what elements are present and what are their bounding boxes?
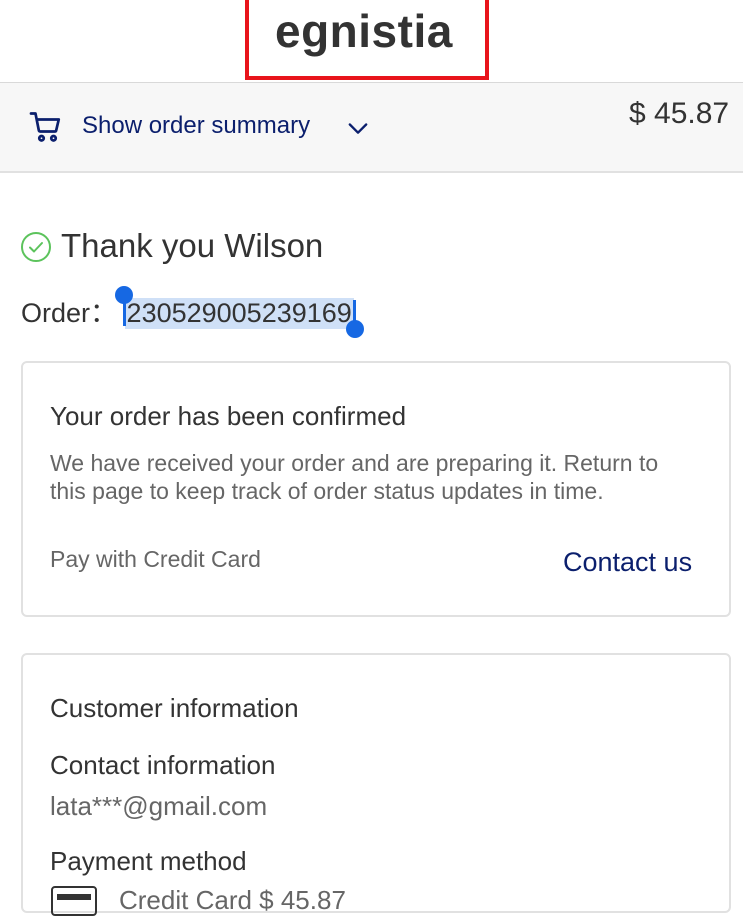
order-summary-toggle[interactable]: Show order summary $ 45.87 [0,83,743,173]
site-header: egnistia [0,0,743,83]
confirmed-title: Your order has been confirmed [50,401,407,431]
order-total: $ 45.87 [629,97,730,130]
show-order-summary-label[interactable]: Show order summary [82,112,310,140]
payment-method-heading: Payment method [50,846,247,876]
confirmed-description: We have received your order and are prep… [50,450,659,504]
chevron-down-icon[interactable] [344,114,372,142]
order-confirmed-card: Your order has been confirmed We have re… [21,361,731,617]
shopping-cart-icon [29,112,61,142]
selection-start-handle[interactable] [114,286,133,304]
payment-method-value: Credit Card $ 45.87 [119,885,346,915]
order-number-row: Order： 230529005239169 [21,286,364,338]
check-circle-icon [21,232,51,262]
credit-card-icon [51,886,97,916]
customer-info-title: Customer information [50,693,299,723]
contact-us-link[interactable]: Contact us [563,547,692,578]
customer-information-card: Customer information Contact information… [21,653,731,916]
customer-email: lata***@gmail.com [50,791,268,821]
thank-you-text: Thank you Wilson [61,227,324,264]
contact-info-heading: Contact information [50,750,276,780]
order-number-text: 230529005239169 [126,298,352,328]
order-number[interactable]: 230529005239169 [114,286,364,338]
store-logo[interactable]: egnistia [275,4,453,58]
selection-end-handle[interactable] [345,320,364,338]
order-label: Order： [21,298,118,328]
payment-note: Pay with Credit Card [50,546,261,572]
